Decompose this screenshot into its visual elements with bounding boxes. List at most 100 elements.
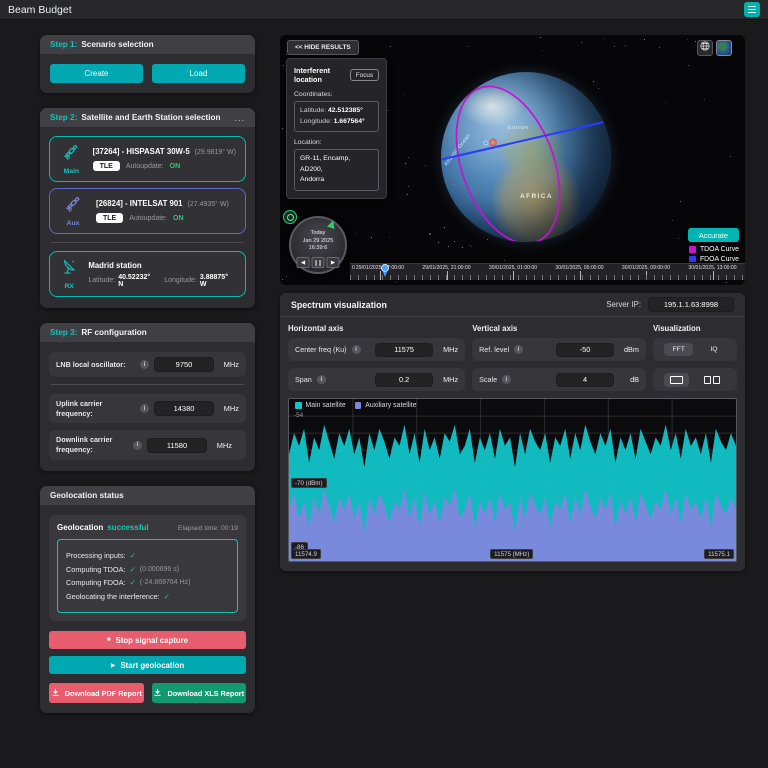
info-icon[interactable]: i (140, 404, 149, 413)
aux-satellite-card[interactable]: Aux [26824] - INTELSAT 901 (27.4935° W) … (49, 188, 246, 234)
animation-dial[interactable]: Today Jan 29 2025 16:39:6 ◀ ▶ (289, 216, 347, 274)
span-input[interactable] (375, 373, 433, 387)
timeline-scrubber[interactable]: 0 29/01/2025, 17:00:0029/01/2025, 21:00:… (350, 263, 745, 280)
step3-label: Step 3: (50, 328, 77, 337)
step3-panel: Step 3: RF configuration LNB local oscil… (40, 323, 255, 471)
interference-marker (490, 139, 496, 145)
main-satellite-swatch (295, 402, 302, 409)
start-geolocation-button[interactable]: ▶ Start geolocation (49, 656, 246, 674)
rf-divider (51, 384, 244, 385)
pause-icon (316, 260, 321, 266)
interferent-location-panel: Interferent location Focus Coordinates: … (286, 58, 387, 199)
download-icon (51, 688, 60, 699)
tdoa-legend-label: TDOA Curve (700, 246, 739, 253)
check-icon: ✓ (130, 578, 136, 587)
pause-button[interactable] (312, 257, 325, 268)
split-window-button[interactable] (698, 373, 726, 387)
fft-toggle-button[interactable]: FFT (664, 343, 692, 356)
accuracy-badge: Accurate (688, 228, 739, 242)
step-back-button[interactable]: ◀ (297, 257, 310, 268)
dial-datetime: Today Jan 29 2025 16:39:6 (291, 230, 345, 253)
step1-panel: Step 1: Scenario selection Create Load (40, 35, 255, 93)
longitude-label: Longitude: (164, 277, 197, 284)
chart-legend: Main satellite Auxiliary satellite (295, 402, 417, 409)
current-time-marker[interactable] (381, 264, 389, 272)
elapsed-time: Elapsed time: 00:19 (178, 525, 238, 532)
location-value-line1: GR-11, Encamp, AD200, (300, 154, 373, 175)
dial-line2: Jan 29 2025 (291, 238, 345, 246)
main-satellite-tle-button[interactable]: TLE (93, 161, 120, 171)
load-scenario-button[interactable]: Load (152, 64, 245, 83)
spectrum-chart-svg (289, 399, 736, 561)
interference-blue-dot (484, 141, 488, 145)
check-row: Computing FDOA: ✓ (-24.869764 Hz) (66, 578, 229, 587)
info-icon[interactable]: i (502, 375, 511, 384)
fdoa-legend-label: FDOA Curve (700, 256, 739, 263)
single-window-button[interactable] (664, 373, 689, 387)
aux-satellite-role: Aux (67, 220, 80, 227)
step-forward-button[interactable]: ▶ (327, 257, 340, 268)
aux-satellite-tle-button[interactable]: TLE (96, 213, 123, 223)
latitude-label: Latitude: (88, 277, 115, 284)
visualization-label: Visualization (653, 324, 737, 333)
dial-line3: 16:39:6 (291, 245, 345, 253)
ref-level-input[interactable] (556, 343, 614, 357)
main-satellite-legend-label: Main satellite (306, 402, 346, 409)
main-satellite-card[interactable]: Main [37264] - HISPASAT 30W-5 (29.9819° … (49, 136, 246, 182)
info-icon[interactable]: i (140, 360, 149, 369)
create-scenario-button[interactable]: Create (50, 64, 143, 83)
download-pdf-button[interactable]: Download PDF Report (49, 683, 144, 703)
stop-icon: ■ (107, 637, 111, 643)
download-xls-button[interactable]: Download XLS Report (152, 683, 247, 703)
location-box: GR-11, Encamp, AD200, Andorra (294, 149, 379, 191)
satellite-icon (62, 143, 81, 167)
longitude-value: 3.88875° W (200, 274, 228, 288)
scale-input[interactable] (556, 373, 614, 387)
fdoa-swatch (689, 256, 696, 263)
app-window: Beam Budget Step 1: Scenario selection C… (0, 0, 768, 768)
clock-icon-button[interactable] (283, 210, 297, 224)
server-ip-input[interactable] (648, 297, 734, 312)
info-icon[interactable]: i (352, 345, 361, 354)
focus-button[interactable]: Focus (350, 69, 379, 81)
satellite-icon (64, 195, 83, 219)
downlink-input[interactable] (147, 438, 207, 453)
y-axis-mid-label: -70 (dBm) (291, 478, 327, 488)
earth-station-card[interactable]: RX Madrid station Latitude: 40.52232° N … (49, 251, 246, 297)
window-layout-group (653, 368, 737, 391)
center-freq-group: Center freq (Ku) i MHz (288, 338, 465, 361)
info-icon[interactable]: i (317, 375, 326, 384)
check-row: Computing TDOA: ✓ (0.000696 s) (66, 565, 229, 574)
step2-panel: Step 2: Satellite and Earth Station sele… (40, 108, 255, 308)
hide-results-button[interactable]: << HIDE RESULTS (287, 40, 359, 55)
y-axis-top-label: -54 (294, 412, 303, 419)
geo-status-label: Geolocation (57, 523, 103, 532)
stop-signal-capture-button[interactable]: ■ Stop signal capture (49, 631, 246, 649)
x-axis-center-label: 11575 (MHz) (490, 549, 533, 559)
center-freq-input[interactable] (375, 343, 433, 357)
hamburger-menu-button[interactable] (744, 2, 760, 17)
scale-group: Scale i dB (472, 368, 646, 391)
lnb-input[interactable] (154, 357, 214, 372)
view-mode-button[interactable] (697, 40, 713, 56)
autoupdate-label: Autoupdate: (126, 163, 164, 170)
geo-status-value: successful (107, 523, 148, 532)
step2-menu-icon[interactable]: ... (234, 116, 245, 120)
spectrum-title: Spectrum visualization (291, 300, 387, 310)
animation-widget: Today Jan 29 2025 16:39:6 ◀ ▶ (283, 210, 355, 284)
server-ip-label: Server IP: (606, 300, 641, 309)
step2-label: Step 2: (50, 113, 77, 122)
iq-toggle-button[interactable]: IQ (702, 343, 725, 356)
curve-legend: TDOA Curve FDOA Curve (689, 246, 739, 265)
geo-checklist: Processing inputs: ✓ Computing TDOA: ✓ (… (57, 539, 238, 614)
check-icon: ✓ (164, 592, 170, 601)
fdoa-curve (400, 111, 652, 169)
info-icon[interactable]: i (133, 441, 142, 450)
uplink-input[interactable] (154, 401, 214, 416)
app-title: Beam Budget (8, 4, 72, 16)
check-row: Processing inputs: ✓ (66, 551, 229, 560)
check-icon: ✓ (129, 565, 135, 574)
base-layer-picker-button[interactable] (716, 40, 732, 56)
info-icon[interactable]: i (514, 345, 523, 354)
spectrum-chart: Main satellite Auxiliary satellite -54 -… (288, 398, 737, 562)
